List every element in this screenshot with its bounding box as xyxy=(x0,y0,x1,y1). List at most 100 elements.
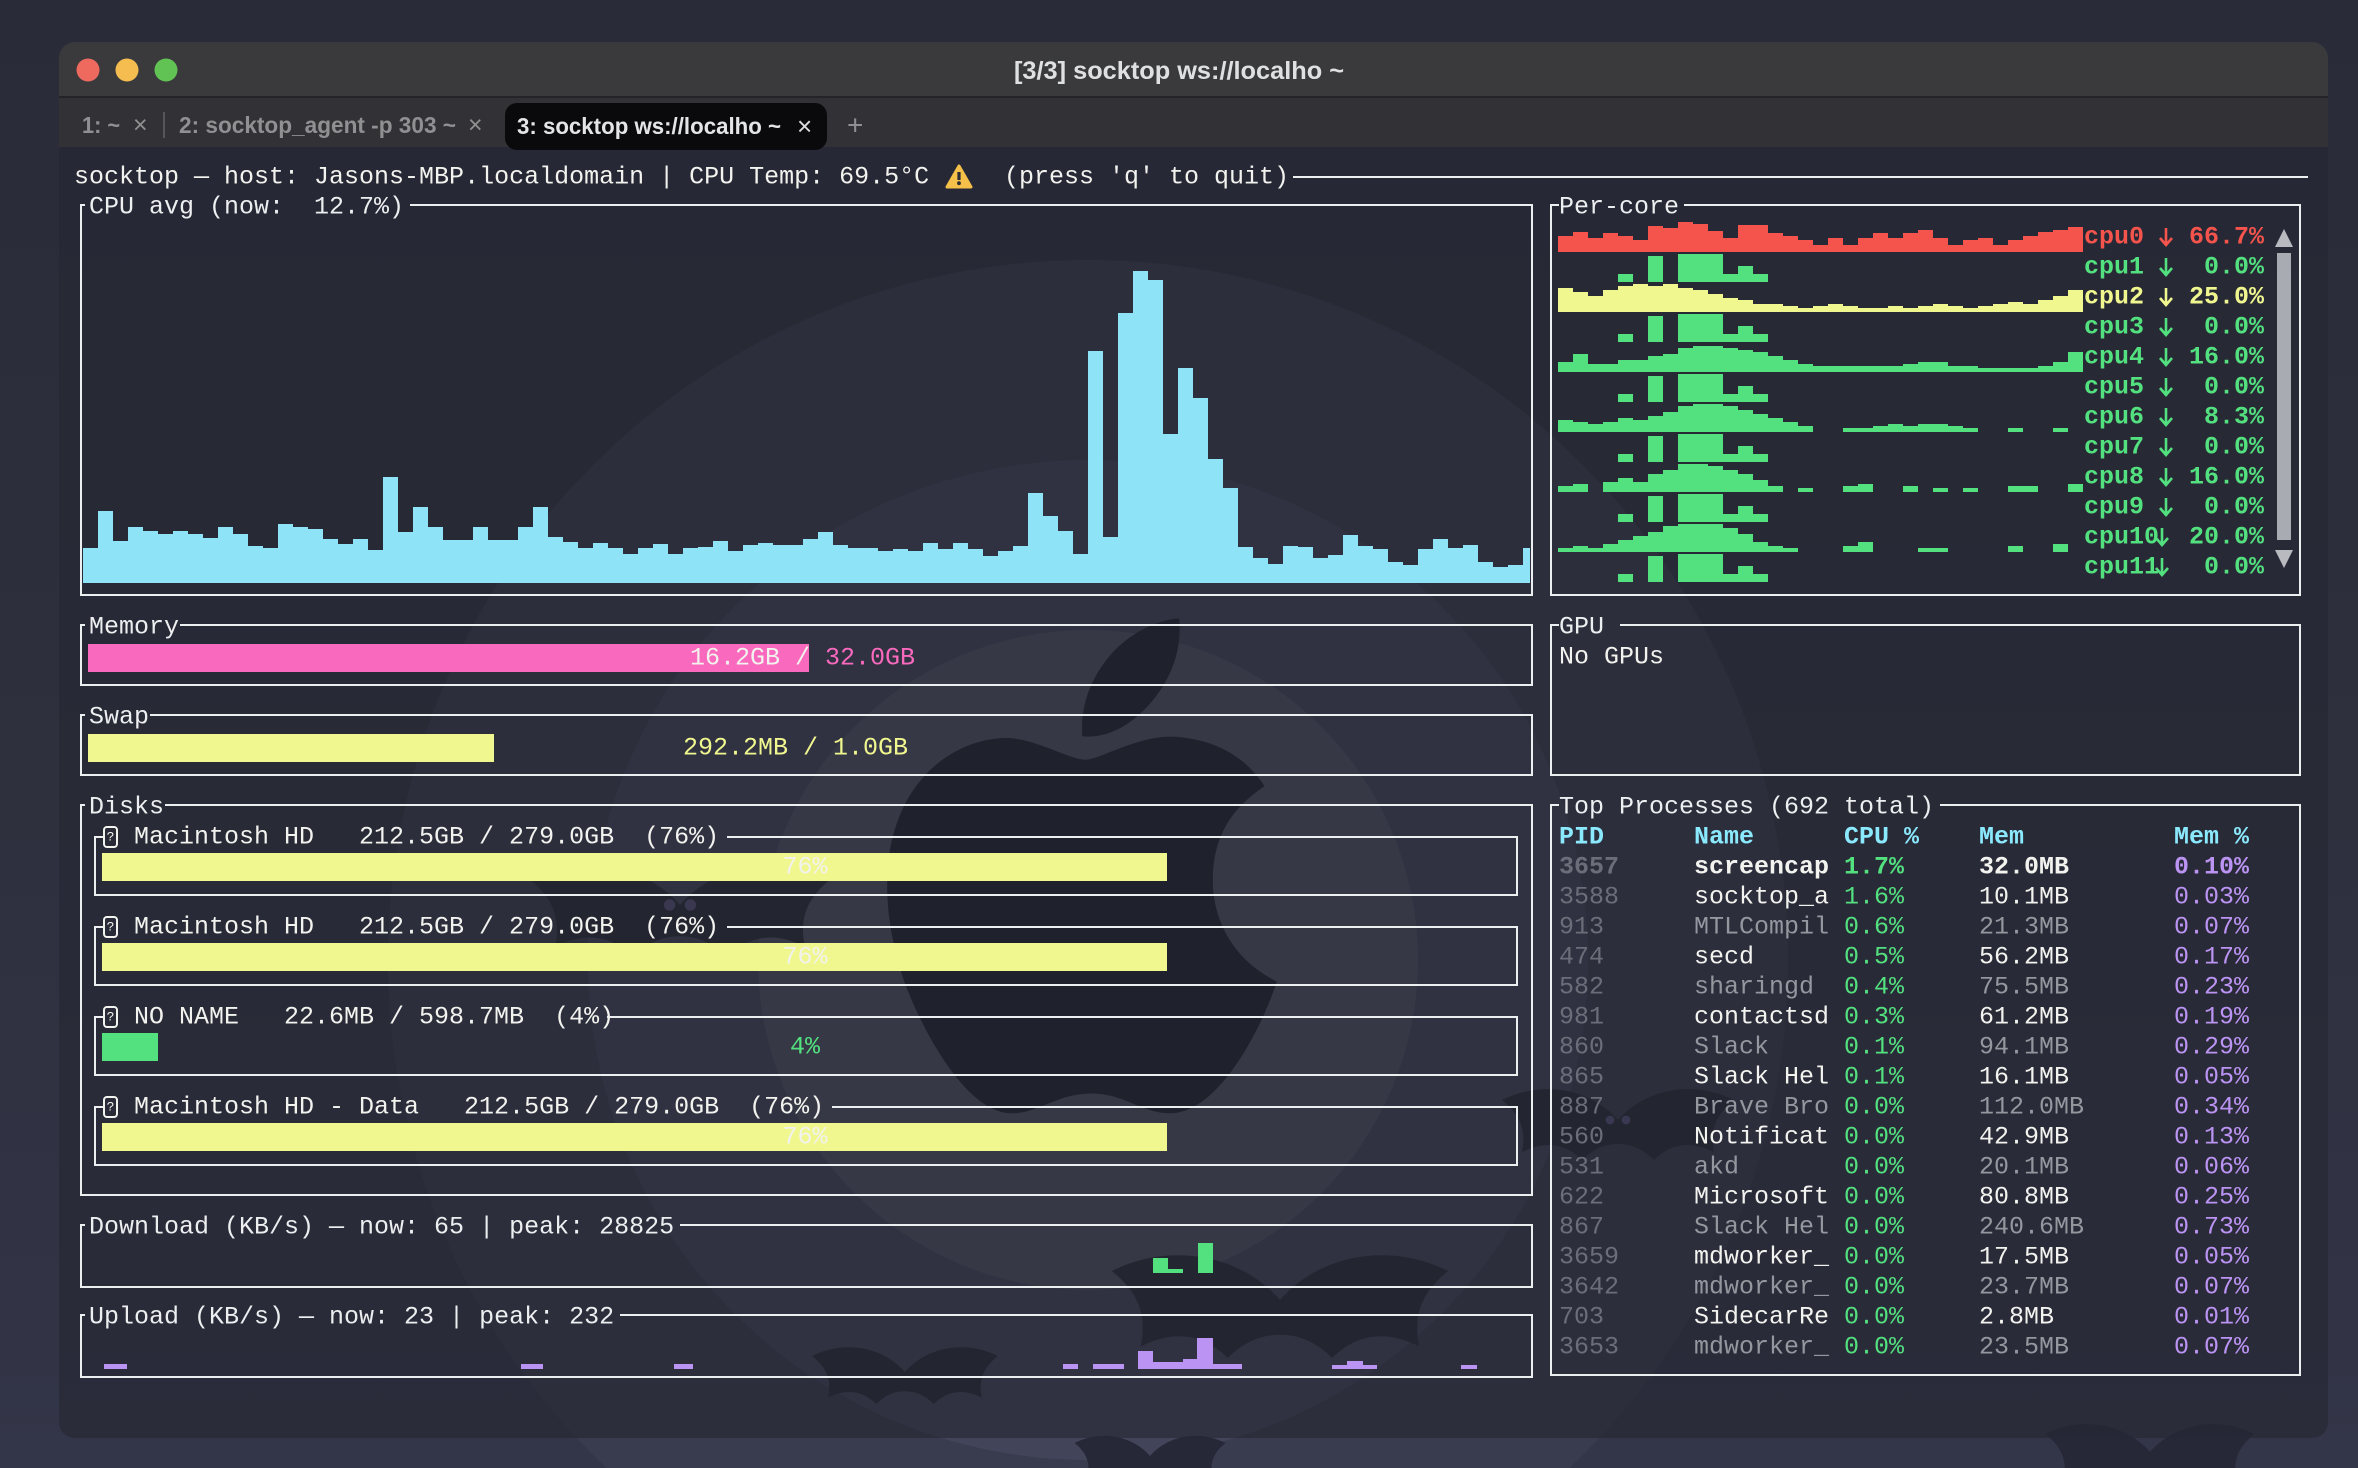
svg-text:0.6%: 0.6% xyxy=(1844,913,1905,942)
svg-text:16.1MB: 16.1MB xyxy=(1979,1063,2069,1092)
svg-text:66.7%: 66.7% xyxy=(2189,223,2265,252)
svg-text:0.0%: 0.0% xyxy=(1844,1153,1905,1182)
svg-text:0.4%: 0.4% xyxy=(1844,973,1905,1002)
svg-text:cpu3: cpu3 xyxy=(2084,313,2144,342)
svg-text:screencap: screencap xyxy=(1694,853,1829,882)
svg-text:Top Processes (692 total): Top Processes (692 total) xyxy=(1559,793,1934,822)
svg-text:cpu6: cpu6 xyxy=(2084,403,2144,432)
svg-text:0.0%: 0.0% xyxy=(2189,313,2265,342)
svg-text:cpu11: cpu11 xyxy=(2084,553,2159,582)
svg-text:0.25%: 0.25% xyxy=(2174,1183,2250,1212)
svg-text:?: ? xyxy=(107,920,115,935)
svg-text:mdworker_: mdworker_ xyxy=(1694,1243,1830,1272)
svg-text:×: × xyxy=(133,111,148,139)
svg-text:622: 622 xyxy=(1559,1183,1604,1212)
svg-text:cpu4: cpu4 xyxy=(2084,343,2144,372)
svg-text:0.0%: 0.0% xyxy=(1844,1273,1905,1302)
svg-text:Macintosh HD 212.5GB / 279.0: Macintosh HD 212.5GB / 279.0GB (76%) xyxy=(134,823,719,852)
svg-text:76%: 76% xyxy=(782,853,828,882)
svg-text:21.3MB: 21.3MB xyxy=(1979,913,2069,942)
svg-text:32.0GB: 32.0GB xyxy=(825,644,915,673)
svg-text:0.17%: 0.17% xyxy=(2174,943,2250,972)
svg-text:Slack Hel: Slack Hel xyxy=(1694,1063,1829,1092)
svg-text:Microsoft: Microsoft xyxy=(1694,1183,1829,1212)
svg-text:0.1%: 0.1% xyxy=(1844,1063,1905,1092)
svg-text:23.5MB: 23.5MB xyxy=(1979,1333,2069,1362)
svg-text:[3/3] socktop ws://localho ~: [3/3] socktop ws://localho ~ xyxy=(1014,57,1344,85)
svg-text:703: 703 xyxy=(1559,1303,1604,1332)
svg-text:0.5%: 0.5% xyxy=(1844,943,1905,972)
svg-text:SidecarRe: SidecarRe xyxy=(1694,1303,1829,1332)
svg-text:0.0%: 0.0% xyxy=(2189,373,2265,402)
svg-text:0.0%: 0.0% xyxy=(1844,1333,1905,1362)
svg-text:3642: 3642 xyxy=(1559,1273,1619,1302)
svg-text:cpu2: cpu2 xyxy=(2084,283,2144,312)
svg-text:0.0%: 0.0% xyxy=(1844,1183,1905,1212)
svg-text:PID: PID xyxy=(1559,823,1604,852)
svg-text:Macintosh HD - Data 212.5GB: Macintosh HD - Data 212.5GB / 279.0GB (7… xyxy=(134,1093,824,1122)
svg-text:Upload (KB/s) — now: 23 | peak: Upload (KB/s) — now: 23 | peak: 232 xyxy=(89,1303,614,1332)
svg-text:3659: 3659 xyxy=(1559,1243,1619,1272)
svg-text:Disks: Disks xyxy=(89,793,164,822)
svg-text:0.0%: 0.0% xyxy=(2189,493,2265,522)
svg-text:0.07%: 0.07% xyxy=(2174,913,2250,942)
svg-text:?: ? xyxy=(107,1100,115,1115)
svg-text:76%: 76% xyxy=(782,943,828,972)
svg-text:112.0MB: 112.0MB xyxy=(1979,1093,2084,1122)
svg-text:Brave Bro: Brave Bro xyxy=(1694,1093,1829,1122)
svg-text:0.0%: 0.0% xyxy=(2189,433,2265,462)
svg-text:Macintosh HD 212.5GB / 279.0: Macintosh HD 212.5GB / 279.0GB (76%) xyxy=(134,913,719,942)
svg-text:0.19%: 0.19% xyxy=(2174,1003,2250,1032)
svg-text:887: 887 xyxy=(1559,1093,1604,1122)
svg-text:1.7%: 1.7% xyxy=(1844,853,1905,882)
svg-text:NO NAME 22.6MB / 598.7MB (4: NO NAME 22.6MB / 598.7MB (4%) xyxy=(134,1003,614,1032)
svg-text:3: socktop ws://localho ~: 3: socktop ws://localho ~ xyxy=(517,113,781,139)
svg-text:Swap: Swap xyxy=(89,703,149,732)
svg-text:17.5MB: 17.5MB xyxy=(1979,1243,2069,1272)
svg-text:0.06%: 0.06% xyxy=(2174,1153,2250,1182)
svg-text:16.0%: 16.0% xyxy=(2189,463,2265,492)
svg-text:cpu8: cpu8 xyxy=(2084,463,2144,492)
svg-text:0.23%: 0.23% xyxy=(2174,973,2250,1002)
svg-text:0.07%: 0.07% xyxy=(2174,1333,2250,1362)
svg-text:0.01%: 0.01% xyxy=(2174,1303,2250,1332)
svg-text:CPU %: CPU % xyxy=(1844,823,1920,852)
svg-text:56.2MB: 56.2MB xyxy=(1979,943,2069,972)
svg-text:32.0MB: 32.0MB xyxy=(1979,853,2069,882)
svg-text:No GPUs: No GPUs xyxy=(1559,643,1664,672)
svg-text:Name: Name xyxy=(1694,823,1754,852)
svg-text:socktop — host: Jasons-MBP.loc: socktop — host: Jasons-MBP.localdomain |… xyxy=(74,163,929,192)
svg-text:0.10%: 0.10% xyxy=(2174,853,2250,882)
svg-text:Slack Hel: Slack Hel xyxy=(1694,1213,1829,1242)
svg-text:×: × xyxy=(797,111,812,141)
svg-text:80.8MB: 80.8MB xyxy=(1979,1183,2069,1212)
svg-text:3657: 3657 xyxy=(1559,853,1619,882)
svg-text:61.2MB: 61.2MB xyxy=(1979,1003,2069,1032)
svg-text:Mem %: Mem % xyxy=(2174,823,2250,852)
svg-text:0.0%: 0.0% xyxy=(2189,553,2265,582)
svg-text:0.13%: 0.13% xyxy=(2174,1123,2250,1152)
svg-text:1.6%: 1.6% xyxy=(1844,883,1905,912)
svg-text:Slack: Slack xyxy=(1694,1033,1769,1062)
svg-text:3588: 3588 xyxy=(1559,883,1619,912)
svg-text:4%: 4% xyxy=(790,1033,821,1062)
svg-text:865: 865 xyxy=(1559,1063,1604,1092)
svg-text:0.05%: 0.05% xyxy=(2174,1243,2250,1272)
svg-text:GPU: GPU xyxy=(1559,613,1604,642)
svg-text:75.5MB: 75.5MB xyxy=(1979,973,2069,1002)
svg-text:cpu1: cpu1 xyxy=(2084,253,2144,282)
svg-text:531: 531 xyxy=(1559,1153,1604,1182)
svg-text:Download (KB/s) — now: 65 | pe: Download (KB/s) — now: 65 | peak: 28825 xyxy=(89,1213,674,1242)
svg-text:16.2GB /: 16.2GB / xyxy=(690,644,810,673)
svg-text:contactsd: contactsd xyxy=(1694,1003,1829,1032)
svg-text:240.6MB: 240.6MB xyxy=(1979,1213,2084,1242)
svg-text:94.1MB: 94.1MB xyxy=(1979,1033,2069,1062)
svg-text:23.7MB: 23.7MB xyxy=(1979,1273,2069,1302)
svg-text:+: + xyxy=(847,110,863,141)
svg-text:CPU avg (now: 12.7%): CPU avg (now: 12.7%) xyxy=(89,193,404,222)
svg-text:0.73%: 0.73% xyxy=(2174,1213,2250,1242)
svg-text:3653: 3653 xyxy=(1559,1333,1619,1362)
svg-text:0.3%: 0.3% xyxy=(1844,1003,1905,1032)
svg-text:16.0%: 16.0% xyxy=(2189,343,2265,372)
svg-text:?: ? xyxy=(107,1010,115,1025)
